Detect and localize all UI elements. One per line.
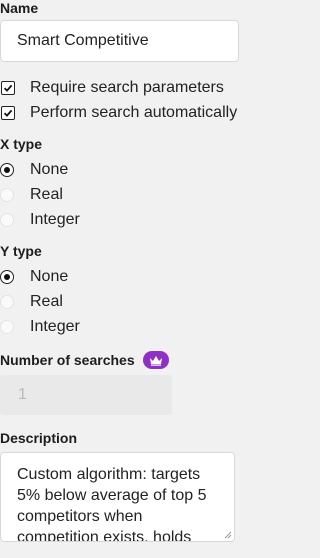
crown-icon [149,355,162,366]
x-type-option-label: None [30,161,69,178]
x-type-option-integer[interactable]: Integer [0,209,80,231]
y-type-option-label: Integer [30,318,80,335]
x-type-label: X type [0,136,43,152]
require-search-parameters-label: Require search parameters [30,79,224,96]
radio-selected-icon [0,270,14,284]
radio-unselected-icon [0,295,14,309]
description-text: Custom algorithm: targets 5% below avera… [17,466,207,542]
radio-unselected-icon [0,213,14,227]
y-type-label: Y type [0,243,42,259]
y-type-option-label: Real [30,293,63,310]
perform-search-automatically-label: Perform search automatically [30,104,238,121]
y-type-option-label: None [30,268,69,285]
x-type-option-real[interactable]: Real [0,184,63,206]
checkbox-checked-icon [1,81,15,95]
name-label: Name [0,0,39,16]
description-label: Description [0,430,78,446]
resize-grip-icon[interactable] [224,531,232,539]
y-type-option-none[interactable]: None [0,266,68,288]
checkbox-checked-icon [1,106,15,120]
name-input[interactable]: Smart Competitive [0,20,239,62]
number-of-searches-text: Number of searches [0,352,135,368]
x-type-option-label: Integer [30,211,80,228]
radio-unselected-icon [0,188,14,202]
premium-badge [142,351,169,370]
number-of-searches-input[interactable]: 1 [0,375,172,415]
x-type-option-none[interactable]: None [0,159,68,181]
perform-search-automatically-checkbox[interactable]: Perform search automatically [0,102,237,124]
y-type-option-integer[interactable]: Integer [0,316,80,338]
y-type-option-real[interactable]: Real [0,291,63,313]
description-textarea[interactable]: Custom algorithm: targets 5% below avera… [0,452,235,542]
radio-selected-icon [0,163,14,177]
x-type-option-label: Real [30,186,63,203]
radio-unselected-icon [0,320,14,334]
number-of-searches-label: Number of searches [0,351,169,370]
require-search-parameters-checkbox[interactable]: Require search parameters [0,77,224,99]
